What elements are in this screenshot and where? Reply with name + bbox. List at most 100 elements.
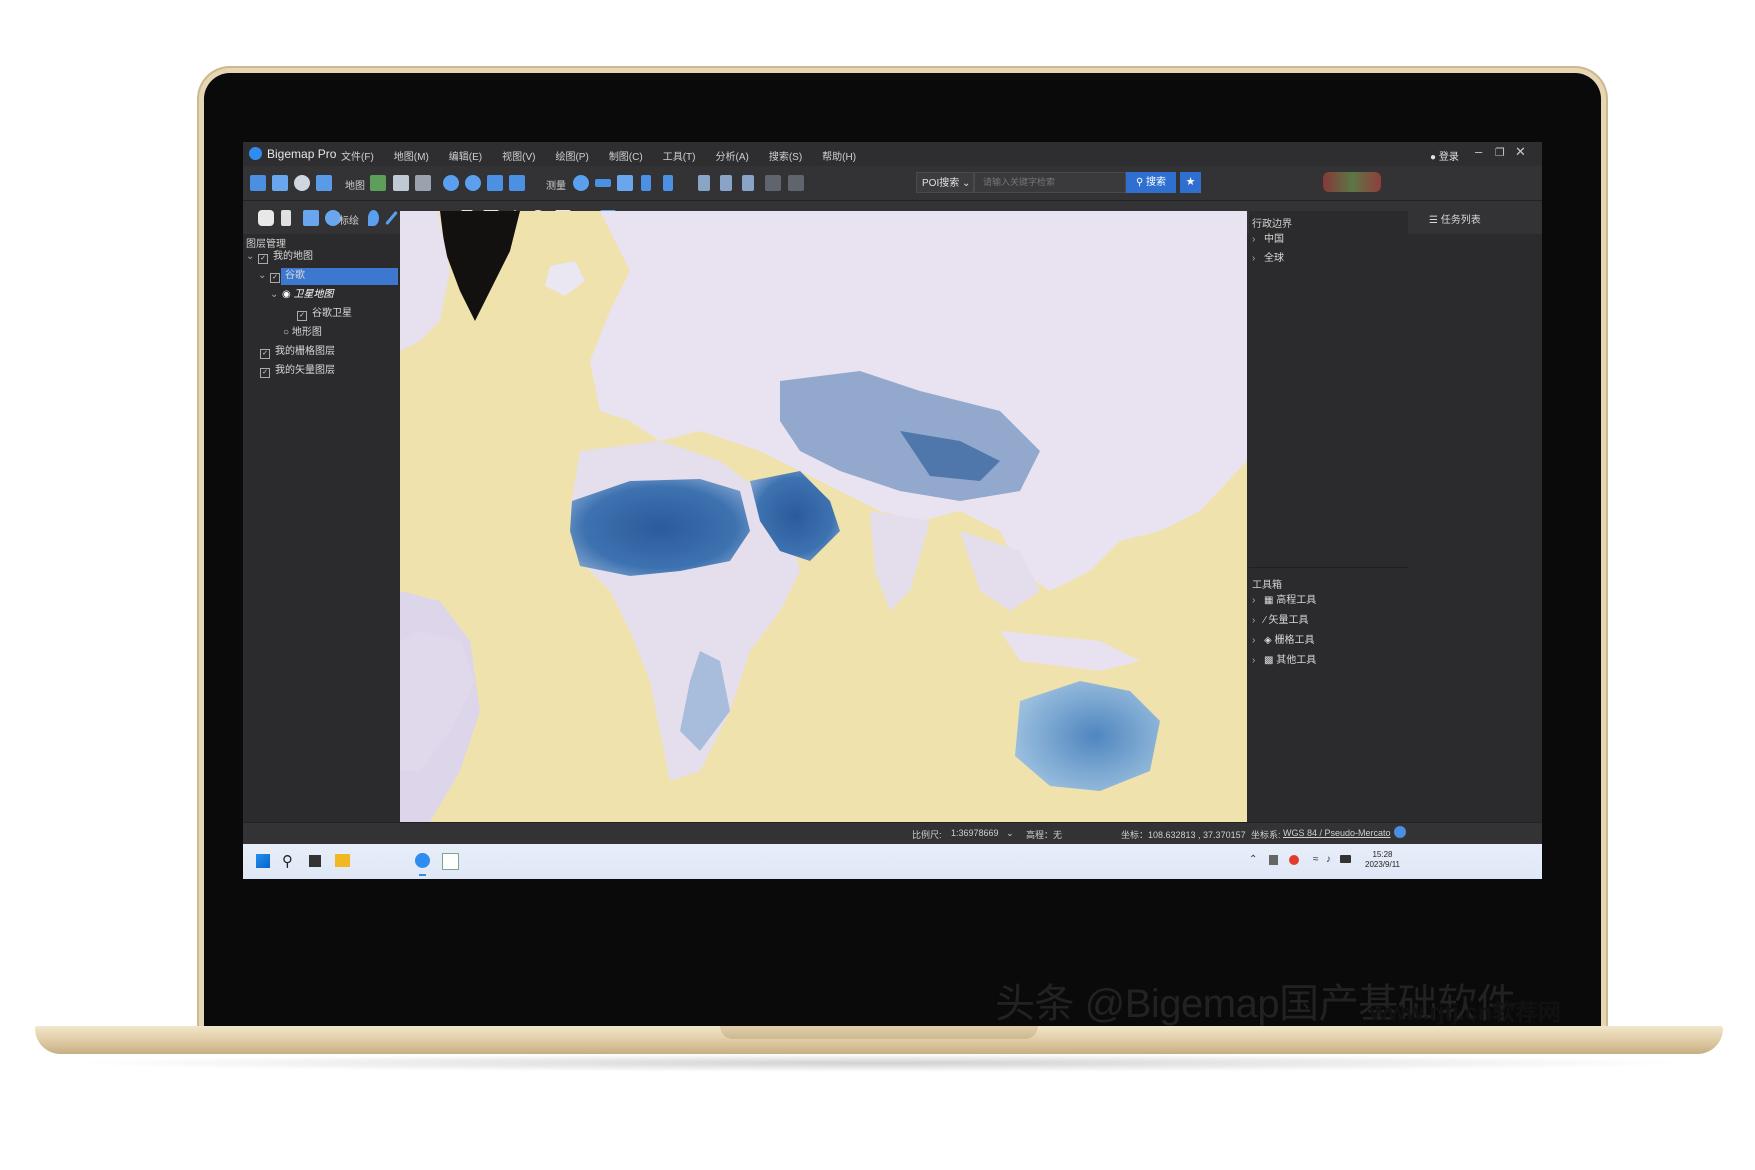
radio-selected-icon[interactable]: ◉ [282,289,294,300]
chevron-down-icon: ⌄ [1006,828,1014,838]
terrain-icon[interactable] [393,175,409,191]
zoom-in-icon[interactable] [443,175,459,191]
battery-icon[interactable] [1340,855,1351,863]
settings-gear-icon[interactable] [294,175,310,191]
chevron-right-icon[interactable]: › [1252,231,1264,249]
scale-select[interactable]: 1:36978669 ⌄ [951,828,1014,839]
full-extent-icon[interactable] [509,175,525,191]
menu-help[interactable]: 帮助(H) [822,148,856,163]
line-icon[interactable] [385,210,398,226]
map-canvas[interactable] [400,211,1247,822]
wifi-icon[interactable]: ≈ [1313,854,1319,865]
app-window-icon[interactable] [442,853,459,870]
windows-start-icon[interactable] [256,854,270,868]
volume-icon[interactable]: ♪ [1326,854,1331,865]
chevron-down-icon[interactable]: ⌄ [270,286,282,304]
radio-icon[interactable]: ○ [283,327,292,338]
toolbox-item-other[interactable]: › ▩ 其他工具 [1252,652,1316,670]
grid-icon[interactable] [415,175,431,191]
menu-cartography[interactable]: 制图(C) [609,148,643,163]
settings-icon[interactable] [1394,826,1406,838]
menu-map[interactable]: 地图(M) [394,148,429,163]
toolbox-item-vector[interactable]: › ∕ 矢量工具 [1252,612,1308,630]
azimuth-icon[interactable] [663,175,673,191]
file-explorer-icon[interactable] [335,854,350,867]
poi-search-select[interactable]: POI搜索 ⌄ [916,172,974,193]
chevron-right-icon[interactable]: › [1252,632,1264,650]
angle-icon[interactable] [641,175,651,191]
toolbox-item-raster[interactable]: › ◈ 栅格工具 [1252,632,1314,650]
area-icon[interactable] [617,175,633,191]
chevron-down-icon[interactable]: ⌄ [258,267,270,285]
menu-edit[interactable]: 编辑(E) [449,148,482,163]
menu-draw[interactable]: 绘图(P) [555,148,588,163]
cut-icon[interactable] [742,175,754,191]
menu-tools[interactable]: 工具(T) [663,148,696,163]
tree-item-google[interactable]: ⌄ ✓ 谷歌 [258,267,305,285]
tree-item-vector-layers[interactable]: ✓ 我的矢量图层 [260,362,335,380]
favorite-star-icon[interactable]: ★ [1180,172,1201,193]
chevron-down-icon[interactable]: ⌄ [246,248,258,266]
tree-label: 我的栅格图层 [275,346,335,357]
crs-label: 坐标系: [1251,830,1281,840]
tree-item-satellite[interactable]: ⌄ ◉ 卫星地图 [270,286,334,304]
taskbar-search-icon[interactable]: ⚲ [282,852,293,870]
menu-search[interactable]: 搜索(S) [769,148,802,163]
toolbox-item-elevation[interactable]: › ▦ 高程工具 [1252,592,1316,610]
map-layer-icon[interactable] [370,175,386,191]
tree-item-google-satellite[interactable]: ✓ 谷歌卫星 [297,305,352,323]
open-folder-icon[interactable] [250,175,266,191]
admin-boundary-title: 行政边界 [1252,219,1292,230]
checkbox-icon[interactable]: ✓ [258,254,268,264]
task-view-icon[interactable] [309,855,321,867]
login-button[interactable]: ● 登录 [1430,148,1459,163]
taskbar-clock[interactable]: 15:28 2023/9/11 [1365,850,1400,870]
search-button[interactable]: ⚲ 搜索 [1126,172,1176,193]
zoom-extent-icon[interactable] [487,175,503,191]
search-input[interactable] [974,172,1126,193]
crs-link[interactable]: WGS 84 / Pseudo-Mercato [1283,828,1391,838]
distance-icon[interactable] [595,179,611,187]
user-avatar-icon[interactable] [1323,172,1381,192]
chevron-right-icon[interactable]: › [1252,612,1264,630]
tree-item-terrain[interactable]: ○ 地形图 [283,324,322,342]
checkbox-icon[interactable]: ✓ [260,368,270,378]
user-icon: ● [1430,152,1439,163]
tray-chevron-up-icon[interactable]: ⌃ [1249,854,1257,865]
tree-item-raster-layers[interactable]: ✓ 我的栅格图层 [260,343,335,361]
minimize-icon[interactable]: – [1475,144,1482,159]
task-list-button[interactable]: ☰ 任务列表 [1429,211,1481,226]
checkbox-icon[interactable]: ✓ [297,311,307,321]
laptop-notch [720,1026,1038,1039]
chevron-right-icon[interactable]: › [1252,592,1264,610]
zoom-out-icon[interactable] [465,175,481,191]
tree-label: 我的矢量图层 [275,365,335,376]
chevron-right-icon[interactable]: › [1252,652,1264,670]
toolbox-label: 其他工具 [1276,655,1317,666]
checkbox-icon[interactable]: ✓ [270,273,280,283]
box-select-icon[interactable] [303,210,319,226]
pan-hand-icon[interactable] [258,210,274,226]
close-icon[interactable]: ✕ [1515,144,1526,160]
tray-antivirus-icon[interactable] [1289,855,1299,865]
select-pointer-icon[interactable] [281,210,291,226]
admin-item-china[interactable]: › 中国 [1252,231,1284,249]
redo-icon[interactable] [720,175,732,191]
tree-item-my-map[interactable]: ⌄ ✓ 我的地图 [246,248,313,266]
menu-file[interactable]: 文件(F) [341,148,374,163]
admin-item-global[interactable]: › 全球 [1252,250,1284,268]
copy-icon[interactable] [765,175,781,191]
export-icon[interactable] [316,175,332,191]
paste-icon[interactable] [788,175,804,191]
checkbox-icon[interactable]: ✓ [260,349,270,359]
new-file-icon[interactable] [272,175,288,191]
menu-view[interactable]: 视图(V) [502,148,535,163]
undo-icon[interactable] [698,175,710,191]
tray-network-icon[interactable] [1269,855,1278,865]
bigemap-taskbar-icon[interactable] [415,853,430,868]
locate-icon[interactable] [573,175,589,191]
chevron-right-icon[interactable]: › [1252,250,1264,268]
restore-icon[interactable]: ❐ [1495,146,1505,159]
marker-icon[interactable] [368,210,379,226]
menu-analysis[interactable]: 分析(A) [715,148,748,163]
